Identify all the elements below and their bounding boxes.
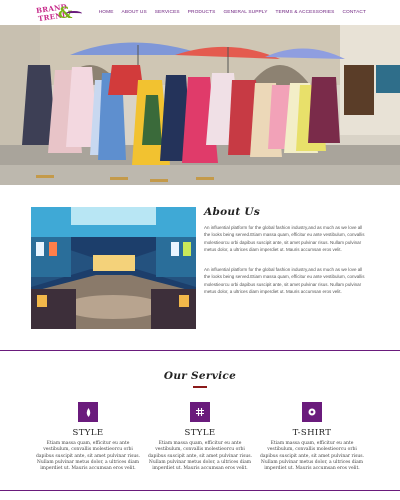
service-name: T-SHIRT (292, 428, 332, 438)
about-title: About Us (204, 206, 261, 218)
mall-interior-scene (31, 207, 196, 329)
service-description: Etiam massa quam, efficitur eu ante vest… (35, 441, 141, 472)
drop-icon (78, 402, 98, 422)
nav-products[interactable]: PRODUCTS (188, 10, 216, 15)
nav-general-supply[interactable]: GENERAL SUPPLY (223, 10, 267, 15)
about-paragraph-1: An influential platform for the global f… (204, 225, 365, 253)
hero-image (0, 25, 400, 185)
site-header: BRAND TREND & HOME ABOUT US SERVICES PRO… (0, 0, 400, 25)
service-name: STYLE (72, 428, 104, 438)
nav-about-us[interactable]: ABOUT US (122, 10, 147, 15)
service-description: Etiam massa quam, efficitur eu ante vest… (259, 441, 365, 472)
service-card: T-SHIRT Etiam massa quam, efficitur eu a… (257, 402, 367, 472)
services-title-underline (193, 386, 207, 388)
section-divider (0, 350, 400, 351)
nav-terms-accessories[interactable]: TERMS & ACCESSORIES (276, 10, 335, 15)
nav-home[interactable]: HOME (99, 10, 114, 15)
services-title: Our Service (163, 370, 237, 382)
about-mall-image (31, 207, 196, 329)
service-card: STYLE Etiam massa quam, efficitur eu ant… (145, 402, 255, 472)
hero-market-scene (0, 25, 400, 185)
hashtag-icon (190, 402, 210, 422)
brand-logo[interactable]: BRAND TREND & (36, 2, 82, 23)
service-name: STYLE (184, 428, 216, 438)
nav-contact[interactable]: CONTACT (342, 10, 366, 15)
about-paragraph-2: An influential platform for the global f… (204, 267, 365, 295)
logo-swoosh-icon (66, 11, 82, 16)
footer-divider (0, 490, 400, 491)
main-nav: HOME ABOUT US SERVICES PRODUCTS GENERAL … (99, 10, 366, 15)
service-card: STYLE Etiam massa quam, efficitur eu ant… (33, 402, 143, 472)
nav-services[interactable]: SERVICES (155, 10, 180, 15)
circle-dot-icon (302, 402, 322, 422)
service-description: Etiam massa quam, efficitur eu ante vest… (147, 441, 253, 472)
